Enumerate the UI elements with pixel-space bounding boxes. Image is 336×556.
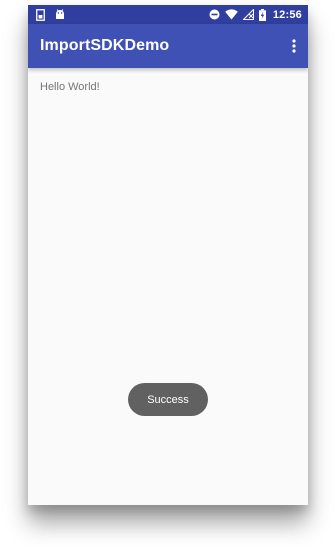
screenshot-stage: 12:56 ImportSDKDemo Hello World! Success	[0, 0, 336, 556]
hello-text: Hello World!	[40, 81, 100, 93]
status-bar-left	[36, 8, 65, 21]
sim-card-icon	[36, 8, 45, 21]
android-icon	[55, 9, 65, 20]
do-not-disturb-icon	[209, 9, 220, 20]
device-screen: 12:56 ImportSDKDemo Hello World! Success	[28, 5, 308, 505]
status-bar: 12:56	[28, 5, 308, 24]
main-content: Hello World! Success	[28, 68, 308, 505]
no-signal-icon	[242, 9, 254, 20]
app-title: ImportSDKDemo	[40, 37, 170, 54]
toast-text: Success	[147, 393, 189, 406]
toast-message: Success	[128, 383, 208, 416]
battery-charging-icon	[258, 8, 266, 21]
overflow-menu-button[interactable]	[286, 34, 302, 58]
more-vert-icon	[292, 39, 296, 53]
status-time: 12:56	[272, 8, 302, 21]
wifi-icon	[225, 9, 238, 20]
app-bar: ImportSDKDemo	[28, 24, 308, 68]
status-bar-right: 12:56	[209, 8, 302, 21]
